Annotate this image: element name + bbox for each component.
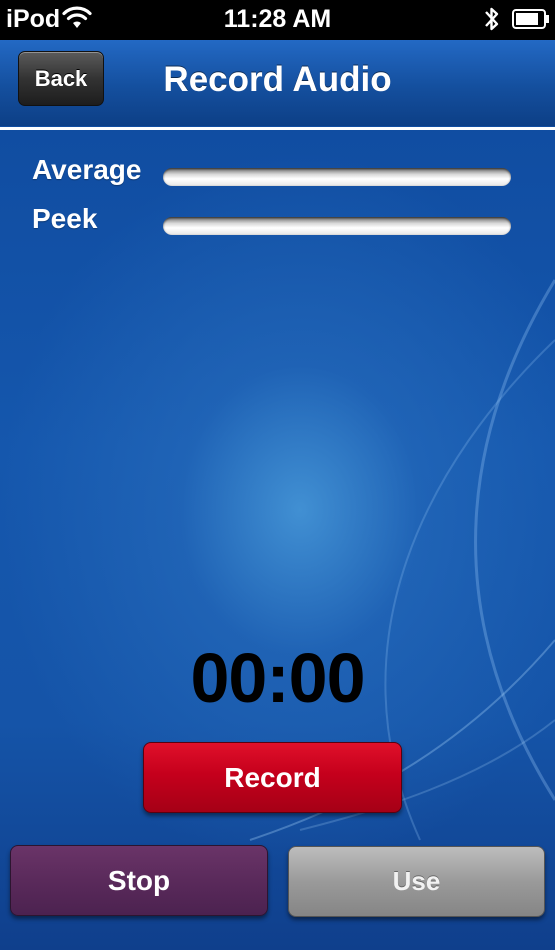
battery-icon <box>512 9 549 29</box>
page-title: Record Audio <box>163 60 392 99</box>
record-audio-screen: Back Record Audio Average Peek 00:00 Rec… <box>0 40 555 950</box>
record-button[interactable]: Record <box>143 742 402 813</box>
stop-button[interactable]: Stop <box>10 845 268 916</box>
use-button[interactable]: Use <box>288 846 545 917</box>
recording-timer: 00:00 <box>190 639 365 717</box>
average-level-meter <box>163 168 511 186</box>
navigation-bar: Back Record Audio <box>0 40 555 126</box>
peek-level-meter <box>163 217 511 235</box>
nav-divider <box>0 127 555 130</box>
status-bar: iPod 11:28 AM <box>0 0 555 40</box>
peek-meter-label: Peek <box>32 203 98 234</box>
bluetooth-icon <box>485 7 499 31</box>
average-meter-label: Average <box>32 154 142 185</box>
status-time: 11:28 AM <box>223 5 332 33</box>
